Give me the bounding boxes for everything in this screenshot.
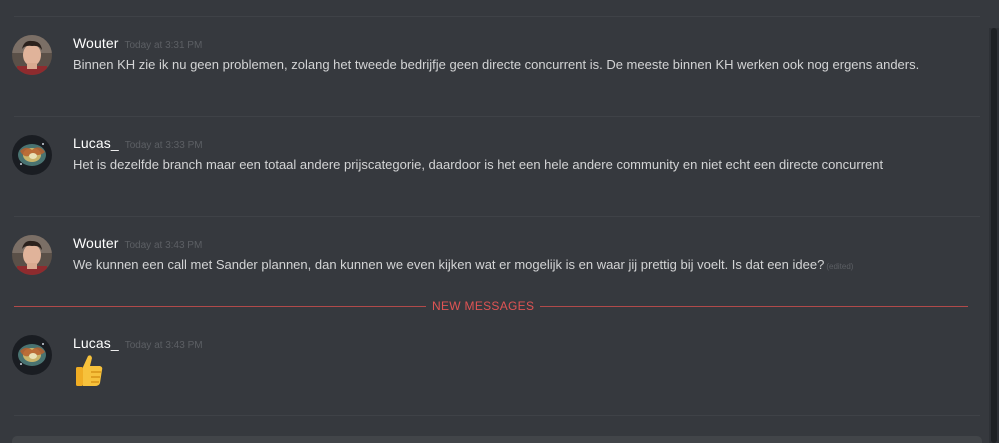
thumbs-up-icon <box>73 353 105 387</box>
avatar-lucas[interactable] <box>12 135 52 175</box>
avatar-wouter[interactable] <box>12 235 52 275</box>
edited-marker: (edited) <box>826 262 854 271</box>
message-timestamp: Today at 3:33 PM <box>124 140 203 151</box>
message-text-content: We kunnen een call met Sander plannen, d… <box>73 257 825 272</box>
avatar-lucas[interactable] <box>12 335 52 375</box>
message-divider <box>14 16 980 17</box>
author-name[interactable]: Lucas_ <box>73 135 119 151</box>
author-name[interactable]: Wouter <box>73 235 118 251</box>
message-input[interactable] <box>12 436 982 443</box>
message-divider <box>14 216 980 217</box>
chat-messages-pane: Wouter Today at 3:31 PM Binnen KH zie ik … <box>0 0 999 443</box>
scrollbar-thumb[interactable] <box>991 28 997 443</box>
avatar-wouter[interactable] <box>12 35 52 75</box>
new-messages-label: NEW MESSAGES <box>426 299 541 313</box>
message-timestamp: Today at 3:43 PM <box>124 240 203 251</box>
message-timestamp: Today at 3:43 PM <box>124 340 203 351</box>
message-text: Het is dezelfde branch maar een totaal a… <box>73 157 884 172</box>
message-text: We kunnen een call met Sander plannen, d… <box>73 255 953 276</box>
author-name[interactable]: Lucas_ <box>73 335 119 351</box>
author-name[interactable]: Wouter <box>73 35 118 51</box>
message-timestamp: Today at 3:31 PM <box>124 40 203 51</box>
scrollbar-track[interactable] <box>989 28 999 443</box>
message-text: Binnen KH zie ik nu geen problemen, zola… <box>73 57 920 72</box>
message-divider <box>14 116 980 117</box>
message-divider <box>14 415 980 416</box>
